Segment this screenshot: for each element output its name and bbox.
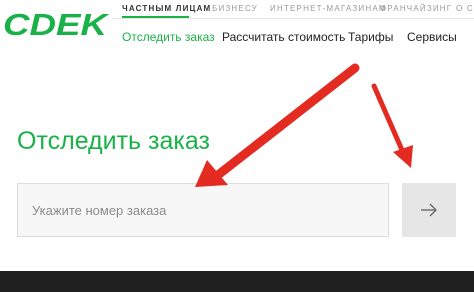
track-submit-button[interactable] <box>402 183 456 237</box>
nav-item-track-order[interactable]: Отследить заказ <box>122 30 215 44</box>
arrow-right-icon <box>421 203 437 217</box>
arrow-to-input <box>213 63 360 180</box>
arrow-to-button-head <box>393 145 413 168</box>
tab-franchising[interactable]: ФРАНЧАЙЗИНГ <box>380 4 452 13</box>
main-nav: Отследить заказ Рассчитать стоимость Тар… <box>0 30 474 46</box>
page-title: Отследить заказ <box>17 127 210 155</box>
tabs-divider <box>112 18 474 19</box>
order-number-input[interactable] <box>17 183 389 237</box>
nav-item-tariffs[interactable]: Тарифы <box>348 30 393 44</box>
tab-online-stores[interactable]: ИНТЕРНЕТ-МАГАЗИНАМ <box>270 4 387 13</box>
footer-bar <box>0 271 474 292</box>
audience-tabs: ЧАСТНЫМ ЛИЦАМ БИЗНЕСУ ИНТЕРНЕТ-МАГАЗИНАМ… <box>0 0 474 20</box>
arrow-to-button <box>371 83 405 153</box>
nav-item-services[interactable]: Сервисы <box>407 30 457 44</box>
tab-about[interactable]: О С <box>456 4 474 13</box>
tab-business[interactable]: БИЗНЕСУ <box>212 4 258 13</box>
tab-private-persons[interactable]: ЧАСТНЫМ ЛИЦАМ <box>122 4 211 13</box>
nav-item-calculate-cost[interactable]: Рассчитать стоимость <box>222 30 345 44</box>
